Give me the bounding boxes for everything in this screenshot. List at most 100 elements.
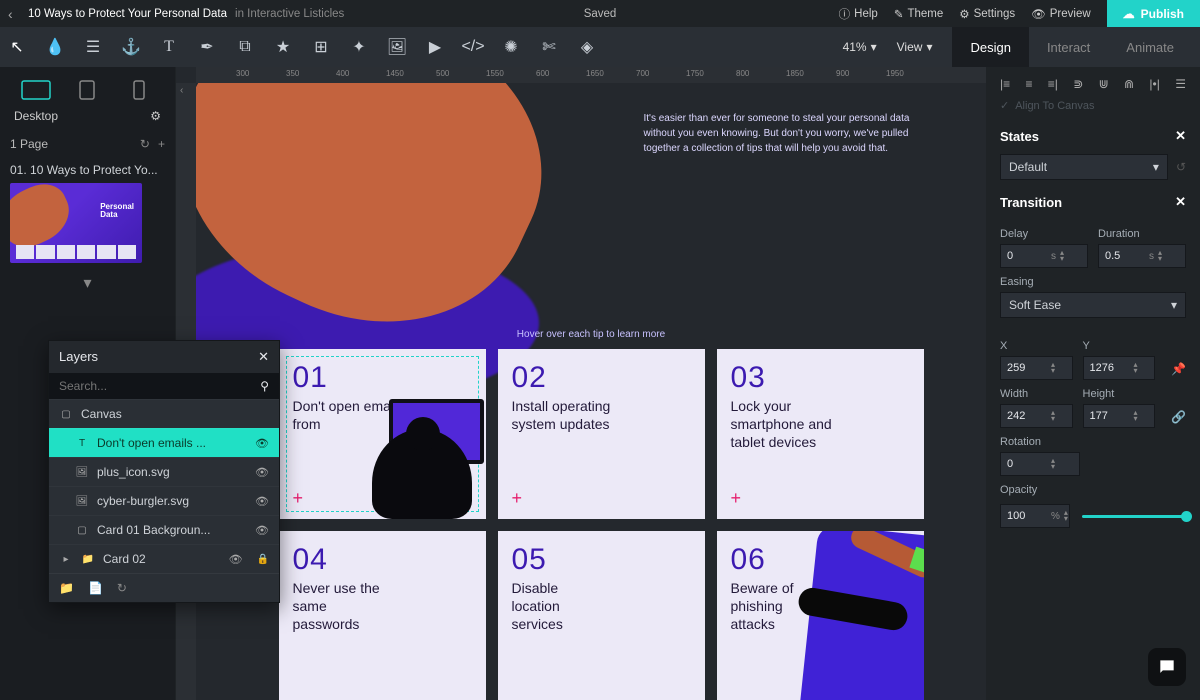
close-icon[interactable]: ✕	[1175, 128, 1186, 144]
intro-text: It's easier than ever for someone to ste…	[644, 111, 924, 156]
duration-input[interactable]: s▴▾	[1098, 244, 1186, 268]
pen-tool-icon[interactable]: ✒	[198, 38, 216, 56]
card-06[interactable]: 06 Beware of phishing attacks	[717, 531, 924, 700]
publish-button[interactable]: ☁Publish	[1107, 0, 1200, 27]
vector-tool-icon[interactable]: ✦	[350, 38, 368, 56]
image-tool-icon[interactable]: 🖼	[388, 38, 406, 56]
video-tool-icon[interactable]: ▶	[426, 38, 444, 56]
embed-tool-icon[interactable]: </>	[464, 38, 482, 56]
align-bottom-icon[interactable]: ⋒	[1124, 77, 1134, 91]
state-select[interactable]: Default▾	[1000, 154, 1168, 180]
chat-fab[interactable]	[1148, 648, 1186, 686]
alignment-controls: |≡ ≡ ≡| ⋑ ⋓ ⋒ |•| ☰	[1000, 77, 1186, 91]
device-settings-icon[interactable]: ⚙	[150, 109, 161, 123]
shape-tool-icon[interactable]: ⧉	[236, 38, 254, 56]
close-icon[interactable]: ✕	[1175, 194, 1186, 210]
height-input[interactable]: ▴▾	[1083, 404, 1156, 428]
link-icon[interactable]: 🔗	[1171, 410, 1186, 424]
new-folder-icon[interactable]: 📁	[59, 581, 74, 595]
visibility-icon[interactable]: 👁	[255, 437, 269, 450]
close-icon[interactable]: ✕	[258, 349, 269, 365]
theme-button[interactable]: ✎Theme	[894, 7, 943, 21]
rotation-input[interactable]: ▴▾	[1000, 452, 1080, 476]
y-input[interactable]: ▴▾	[1083, 356, 1156, 380]
page-list-item[interactable]: 01. 10 Ways to Protect Yo...	[10, 163, 165, 177]
document-title[interactable]: 10 Ways to Protect Your Personal Data	[28, 8, 227, 20]
distribute-h-icon[interactable]: |•|	[1149, 77, 1159, 91]
layer-item[interactable]: ▢ Card 01 Backgroun... 👁	[49, 515, 279, 544]
card-05[interactable]: 05 Disable location services	[498, 531, 705, 700]
star-tool-icon[interactable]: ★	[274, 38, 292, 56]
layer-item[interactable]: 🖼 cyber-burgler.svg 👁	[49, 486, 279, 515]
pin-icon[interactable]: 📌	[1171, 362, 1186, 376]
caret-down-icon: ▾	[1171, 298, 1177, 312]
align-middle-icon[interactable]: ⋓	[1099, 77, 1109, 91]
opacity-slider[interactable]	[1082, 515, 1186, 518]
preview-button[interactable]: 👁Preview	[1031, 7, 1091, 21]
widget-tool-icon[interactable]: ✺	[502, 38, 520, 56]
canvas-back-icon[interactable]: ‹	[180, 85, 183, 96]
settings-button[interactable]: ⚙Settings	[959, 7, 1015, 21]
visibility-icon[interactable]: 👁	[255, 466, 269, 479]
plus-icon[interactable]: +	[293, 488, 304, 509]
pages-refresh-icon[interactable]: ↻	[140, 137, 150, 151]
caret-right-icon[interactable]: ▸	[59, 554, 73, 565]
help-button[interactable]: ⓘHelp	[839, 6, 878, 22]
card-01[interactable]: 01 Don't open emails from +	[279, 349, 486, 519]
plus-icon[interactable]: +	[512, 488, 523, 509]
device-mobile[interactable]	[119, 77, 159, 103]
delay-input[interactable]: s▴▾	[1000, 244, 1088, 268]
x-input[interactable]: ▴▾	[1000, 356, 1073, 380]
page-thumbnail[interactable]: PersonalData	[10, 183, 142, 263]
layer-folder[interactable]: ▸ 📁 Card 02 👁 🔒	[49, 544, 279, 573]
anchor-tool-icon[interactable]: ⚓	[122, 38, 140, 56]
device-desktop[interactable]	[16, 77, 56, 103]
visibility-icon[interactable]: 👁	[229, 553, 243, 566]
plus-icon[interactable]: +	[731, 488, 742, 509]
expand-pages-icon[interactable]: ▾	[10, 273, 165, 293]
visibility-icon[interactable]: 👁	[255, 524, 269, 537]
layer-item[interactable]: T Don't open emails ... 👁	[49, 428, 279, 457]
opacity-input[interactable]: %▴▾	[1000, 504, 1070, 528]
easing-select[interactable]: Soft Ease▾	[1000, 292, 1186, 318]
new-page-icon[interactable]: 📄	[88, 581, 103, 595]
card-04[interactable]: 04 Never use the same passwords	[279, 531, 486, 700]
pages-add-icon[interactable]: +	[158, 137, 165, 151]
mode-tabs: Design Interact Animate	[952, 27, 1192, 67]
delay-label: Delay	[1000, 228, 1088, 240]
layers-tool-icon[interactable]: ◈	[578, 38, 596, 56]
width-input[interactable]: ▴▾	[1000, 404, 1073, 428]
cursor-tool-icon[interactable]: ↖	[8, 38, 26, 56]
tab-animate[interactable]: Animate	[1108, 27, 1192, 67]
state-reset-icon[interactable]: ↺	[1176, 160, 1186, 174]
refresh-layers-icon[interactable]: ↻	[117, 581, 127, 595]
align-to-canvas-toggle[interactable]: ✓ Align To Canvas	[1000, 99, 1186, 112]
zoom-control[interactable]: 41%▾	[843, 40, 877, 54]
caret-down-icon: ▾	[1153, 160, 1159, 174]
paint-tool-icon[interactable]: 💧	[46, 38, 64, 56]
distribute-v-icon[interactable]: ☰	[1175, 77, 1186, 91]
horizontal-ruler: 300 350 400 1450 500 1550 600 1650 700 1…	[196, 67, 986, 83]
layers-search[interactable]: ⚲	[49, 373, 279, 399]
card-02[interactable]: 02 Install operating system updates +	[498, 349, 705, 519]
tab-interact[interactable]: Interact	[1029, 27, 1108, 67]
layers-panel[interactable]: Layers ✕ ⚲ ▢ Canvas T Don't open emails …	[48, 340, 280, 603]
card-03[interactable]: 03 Lock your smartphone and tablet devic…	[717, 349, 924, 519]
layer-item[interactable]: 🖼 plus_icon.svg 👁	[49, 457, 279, 486]
text-tool-icon[interactable]: T	[160, 38, 178, 56]
visibility-icon[interactable]: 👁	[255, 495, 269, 508]
tab-design[interactable]: Design	[952, 27, 1028, 67]
view-menu[interactable]: View▾	[897, 40, 933, 54]
pages-count: 1 Page	[10, 137, 48, 151]
align-center-h-icon[interactable]: ≡	[1025, 77, 1032, 91]
crop-tool-icon[interactable]: ⊞	[312, 38, 330, 56]
align-right-icon[interactable]: ≡|	[1048, 77, 1058, 91]
line-tool-icon[interactable]: ☰	[84, 38, 102, 56]
back-icon[interactable]: ‹	[8, 6, 28, 22]
align-top-icon[interactable]: ⋑	[1073, 77, 1083, 91]
tools-icon[interactable]: ✄	[540, 38, 558, 56]
layer-canvas[interactable]: ▢ Canvas	[49, 399, 279, 428]
align-left-icon[interactable]: |≡	[1000, 77, 1010, 91]
device-tablet[interactable]	[67, 77, 107, 103]
lock-icon[interactable]: 🔒	[257, 554, 269, 565]
